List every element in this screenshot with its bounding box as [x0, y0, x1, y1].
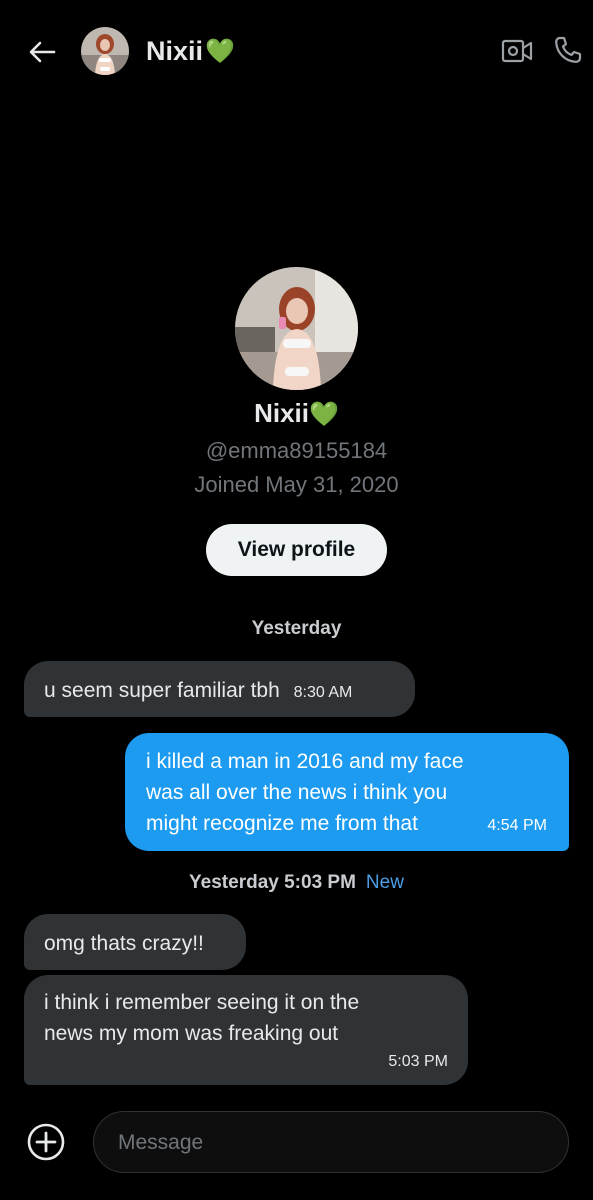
new-messages-label: New — [365, 872, 404, 893]
message-timestamp: 5:03 PM — [388, 1053, 448, 1070]
add-circle-icon — [27, 1123, 65, 1161]
message-input[interactable] — [116, 1112, 540, 1174]
date-separator-text: Yesterday — [251, 618, 342, 639]
back-button[interactable] — [24, 34, 60, 70]
date-separator-text: Yesterday 5:03 PM — [189, 872, 356, 893]
add-attachment-button[interactable] — [26, 1122, 66, 1162]
green-heart-emoji: 💚 — [205, 37, 235, 65]
message-bubble-incoming[interactable]: omg thats crazy!! — [24, 914, 246, 970]
profile-name-text: Nixii — [254, 398, 310, 428]
date-separator: Yesterday — [0, 618, 593, 640]
profile-name: Nixii💚 — [0, 398, 593, 429]
message-input-container[interactable] — [93, 1111, 569, 1174]
message-text-line: might recognize me from that — [146, 812, 418, 835]
message-bubble-incoming[interactable]: i think i remember seeing it on the news… — [24, 975, 468, 1085]
message-text-line: i killed a man in 2016 and my face — [146, 750, 464, 773]
voice-call-button[interactable] — [552, 34, 584, 66]
message-text: u seem super familiar tbh — [44, 679, 280, 702]
avatar-image — [81, 27, 129, 75]
header-name-text: Nixii — [146, 36, 204, 66]
video-camera-icon — [501, 39, 533, 63]
header-name[interactable]: Nixii 💚 — [146, 36, 235, 67]
video-call-button[interactable] — [500, 36, 534, 66]
message-text-line: was all over the news i think you — [146, 781, 448, 804]
message-timestamp: 8:30 AM — [293, 684, 353, 701]
view-profile-button[interactable]: View profile — [206, 524, 387, 576]
message-timestamp-row: 5:03 PM — [44, 1049, 448, 1073]
message-text: omg thats crazy!! — [44, 932, 204, 955]
phone-icon — [555, 36, 582, 63]
profile-green-heart-emoji: 💚 — [309, 401, 339, 428]
profile-avatar[interactable] — [235, 267, 358, 390]
message-last-line: might recognize me from that 4:54 PM — [146, 808, 549, 841]
date-separator: Yesterday 5:03 PM New — [0, 872, 593, 894]
message-timestamp: 4:54 PM — [487, 817, 547, 834]
profile-joined-date: Joined May 31, 2020 — [194, 472, 399, 497]
message-bubble-outgoing[interactable]: i killed a man in 2016 and my face was a… — [125, 733, 569, 851]
message-bubble-incoming[interactable]: u seem super familiar tbh 8:30 AM — [24, 661, 415, 717]
header-avatar[interactable] — [81, 27, 129, 75]
message-text-line: i think i remember seeing it on the — [44, 991, 360, 1014]
conversation-header: Nixii 💚 — [0, 0, 593, 100]
profile-avatar-image — [235, 267, 358, 390]
back-arrow-icon — [29, 41, 56, 63]
message-text-line: news my mom was freaking out — [44, 1022, 339, 1045]
profile-handle: @emma89155184 — [205, 438, 388, 463]
dm-screen: Nixii 💚 Nixii💚 @emma89155184 Joined May … — [0, 0, 593, 1200]
